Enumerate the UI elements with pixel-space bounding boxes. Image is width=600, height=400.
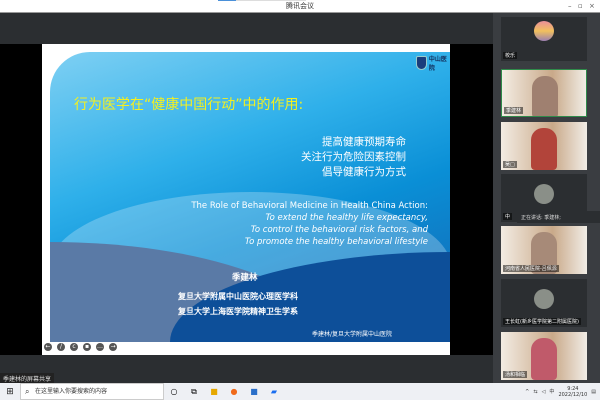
slide-title: 行为医学在“健康中国行动”中的作用: [74,97,304,113]
cn-points: 提高健康预期寿命 关注行为危险因素控制 倡导健康行为方式 [301,135,406,180]
participant-tile[interactable]: 河南省人民医院-吕佩源 [501,226,587,274]
title-bar: 腾讯会议 – ▫ × [0,0,600,13]
app-icon[interactable]: ■ [244,387,264,396]
more-icon[interactable]: … [96,343,104,351]
hospital-logo: 中山医院 [416,54,450,72]
affiliations: 复旦大学附属中山医院心理医学科 复旦大学上海医学院精神卫生学系 [178,289,298,319]
participant-name: 吴□ [503,161,517,168]
shared-slide: 中山医院 行为医学在“健康中国行动”中的作用: 提高健康预期寿命 关注行为危险因… [42,44,450,355]
cn-point: 提高健康预期寿命 [322,136,406,148]
slide-footer: 季建林/复旦大学附属中山医院 [312,331,393,338]
participant-tile[interactable]: 吴□ [501,122,587,170]
video-face [531,128,557,170]
logo-text: 中山医院 [428,56,447,72]
en-point: To extend the healthy life expectancy, [265,213,428,223]
notification-icon[interactable]: ▤ [591,389,596,395]
pen-icon[interactable]: / [57,343,65,351]
cc-icon[interactable]: c [70,343,78,351]
close-icon[interactable]: × [589,2,595,10]
participant-name: 中 [503,213,513,220]
participant-sidebar: 校乐 季建林 吴□ 中 河南省人民医院-吕佩源 王长虹(新乡医学院第二附属医院)… [493,13,600,383]
participant-name: 季建林 [504,107,524,114]
ime-indicator[interactable]: 中 [549,388,554,395]
affiliation: 复旦大学上海医学院精神卫生学系 [178,307,298,316]
en-text: The Role of Behavioral Medicine in Healt… [191,200,428,248]
slide-toolbar: ← / c ▪ … → [44,343,117,351]
cortana-icon[interactable]: ○ [164,387,184,396]
next-icon[interactable]: → [109,343,117,351]
cn-point: 倡导健康行为方式 [322,166,406,178]
tencent-meeting-icon[interactable]: ▰ [264,387,284,396]
participant-tile[interactable]: 王长虹(新乡医学院第二附属医院) [501,279,587,327]
file-explorer-icon[interactable]: ■ [204,387,224,396]
video-face [532,76,558,116]
participant-name: 汤和相临 [503,371,528,378]
cn-point: 关注行为危险因素控制 [301,151,406,163]
clock[interactable]: 9:24 2022/12/10 [558,386,587,398]
browser-icon[interactable]: ● [224,387,244,396]
window-title: 腾讯会议 [286,2,314,10]
avatar [534,289,554,309]
participant-tile[interactable]: 校乐 [501,17,587,61]
en-point: To control the behavioral risk factors, … [250,225,428,235]
network-icon[interactable]: ⇆ [533,389,537,395]
participant-tile[interactable]: 季建林 [501,69,587,117]
system-tray: ^ ⇆ ◁ 中 9:24 2022/12/10 ▤ [525,383,600,400]
affiliation: 复旦大学附属中山医院心理医学科 [178,292,298,301]
participant-name: 王长虹(新乡医学院第二附属医院) [503,318,581,325]
restore-icon[interactable]: ▫ [578,2,583,10]
minimize-icon[interactable]: – [568,2,572,10]
shield-icon [416,56,427,70]
date: 2022/12/10 [558,391,588,398]
task-view-icon[interactable]: ⧉ [184,387,204,397]
author: 季建林 [232,273,258,283]
avatar [534,21,554,41]
chevron-up-icon[interactable]: ^ [525,389,529,395]
speaking-indicator: 正在讲话: 季建林; [517,211,600,223]
eraser-icon[interactable]: ▪ [83,343,91,351]
en-title: The Role of Behavioral Medicine in Healt… [191,201,428,211]
en-point: To promote the healthy behavioral lifest… [244,237,428,247]
participant-name: 校乐 [503,52,518,59]
participant-name: 河南省人民医院-吕佩源 [503,265,559,272]
participant-tile[interactable]: 汤和相临 [501,332,587,380]
taskbar-search[interactable]: 在这里输入你要搜索的内容 [20,383,164,400]
volume-icon[interactable]: ◁ [542,389,546,395]
windows-start-icon[interactable]: ⊞ [0,387,20,397]
video-face [531,338,557,380]
avatar [534,184,554,204]
prev-icon[interactable]: ← [44,343,52,351]
taskbar: ⊞ 在这里输入你要搜索的内容 ○ ⧉ ■ ● ■ ▰ ^ ⇆ ◁ 中 9:242… [0,383,600,400]
